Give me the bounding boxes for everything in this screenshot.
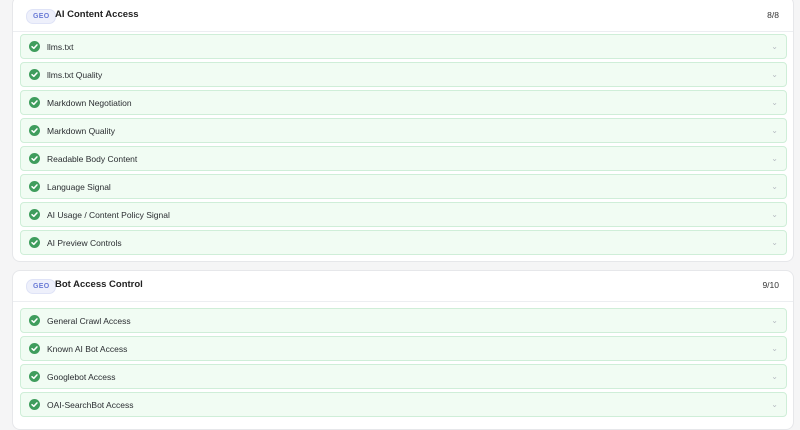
check-item-label: Markdown Negotiation xyxy=(47,98,132,108)
check-item-label: Readable Body Content xyxy=(47,154,138,164)
chevron-down-icon[interactable]: ⌄ xyxy=(771,70,778,80)
check-item-llms-txt-quality[interactable]: llms.txt Quality ⌄ xyxy=(20,62,787,87)
check-item-known-ai-bot-access[interactable]: Known AI Bot Access ⌄ xyxy=(20,336,787,361)
check-item-label: General Crawl Access xyxy=(47,316,131,326)
chevron-down-icon[interactable]: ⌄ xyxy=(771,238,778,248)
chevron-down-icon[interactable]: ⌄ xyxy=(771,372,778,382)
chevron-down-icon[interactable]: ⌄ xyxy=(771,126,778,136)
check-item-general-crawl-access[interactable]: General Crawl Access ⌄ xyxy=(20,308,787,333)
check-circle-icon xyxy=(29,97,40,108)
check-circle-icon xyxy=(29,237,40,248)
check-circle-icon xyxy=(29,69,40,80)
chevron-down-icon[interactable]: ⌄ xyxy=(771,344,778,354)
section-score: 8/8 xyxy=(767,10,779,20)
check-item-label: AI Preview Controls xyxy=(47,238,122,248)
section-header[interactable]: GEO Bot Access Control 9/10 xyxy=(13,271,793,302)
check-item-llms-txt[interactable]: llms.txt ⌄ xyxy=(20,34,787,59)
section-title: AI Content Access xyxy=(55,9,139,20)
section-score: 9/10 xyxy=(762,280,779,290)
chevron-down-icon[interactable]: ⌄ xyxy=(771,316,778,326)
chevron-down-icon[interactable]: ⌄ xyxy=(771,42,778,52)
check-section-ai-content-access: GEO AI Content Access 8/8 llms.txt ⌄ llm… xyxy=(12,0,794,262)
check-circle-icon xyxy=(29,153,40,164)
check-item-markdown-quality[interactable]: Markdown Quality ⌄ xyxy=(20,118,787,143)
section-header[interactable]: GEO AI Content Access 8/8 xyxy=(13,1,793,32)
check-item-ai-usage-policy[interactable]: AI Usage / Content Policy Signal ⌄ xyxy=(20,202,787,227)
chevron-down-icon[interactable]: ⌄ xyxy=(771,210,778,220)
check-item-label: Markdown Quality xyxy=(47,126,116,136)
section-title: Bot Access Control xyxy=(55,279,143,290)
check-item-oai-searchbot-access[interactable]: OAI-SearchBot Access ⌄ xyxy=(20,392,787,417)
chevron-down-icon[interactable]: ⌄ xyxy=(771,154,778,164)
check-item-label: AI Usage / Content Policy Signal xyxy=(47,210,170,220)
check-item-label: Language Signal xyxy=(47,182,111,192)
check-section-bot-access-control: GEO Bot Access Control 9/10 General Craw… xyxy=(12,270,794,430)
chevron-down-icon[interactable]: ⌄ xyxy=(771,400,778,410)
check-circle-icon xyxy=(29,371,40,382)
check-item-label: Googlebot Access xyxy=(47,372,116,382)
check-circle-icon xyxy=(29,343,40,354)
check-item-label: llms.txt Quality xyxy=(47,70,103,80)
check-item-label: OAI-SearchBot Access xyxy=(47,400,134,410)
section-badge: GEO xyxy=(26,279,57,294)
check-item-ai-preview-controls[interactable]: AI Preview Controls ⌄ xyxy=(20,230,787,255)
chevron-down-icon[interactable]: ⌄ xyxy=(771,182,778,192)
check-item-language-signal[interactable]: Language Signal ⌄ xyxy=(20,174,787,199)
check-item-label: llms.txt xyxy=(47,42,74,52)
check-item-readable-body-content[interactable]: Readable Body Content ⌄ xyxy=(20,146,787,171)
check-item-googlebot-access[interactable]: Googlebot Access ⌄ xyxy=(20,364,787,389)
check-circle-icon xyxy=(29,209,40,220)
section-badge: GEO xyxy=(26,9,57,24)
check-circle-icon xyxy=(29,41,40,52)
check-circle-icon xyxy=(29,315,40,326)
check-circle-icon xyxy=(29,399,40,410)
check-item-markdown-negotiation[interactable]: Markdown Negotiation ⌄ xyxy=(20,90,787,115)
check-circle-icon xyxy=(29,181,40,192)
check-item-label: Known AI Bot Access xyxy=(47,344,128,354)
check-circle-icon xyxy=(29,125,40,136)
chevron-down-icon[interactable]: ⌄ xyxy=(771,98,778,108)
